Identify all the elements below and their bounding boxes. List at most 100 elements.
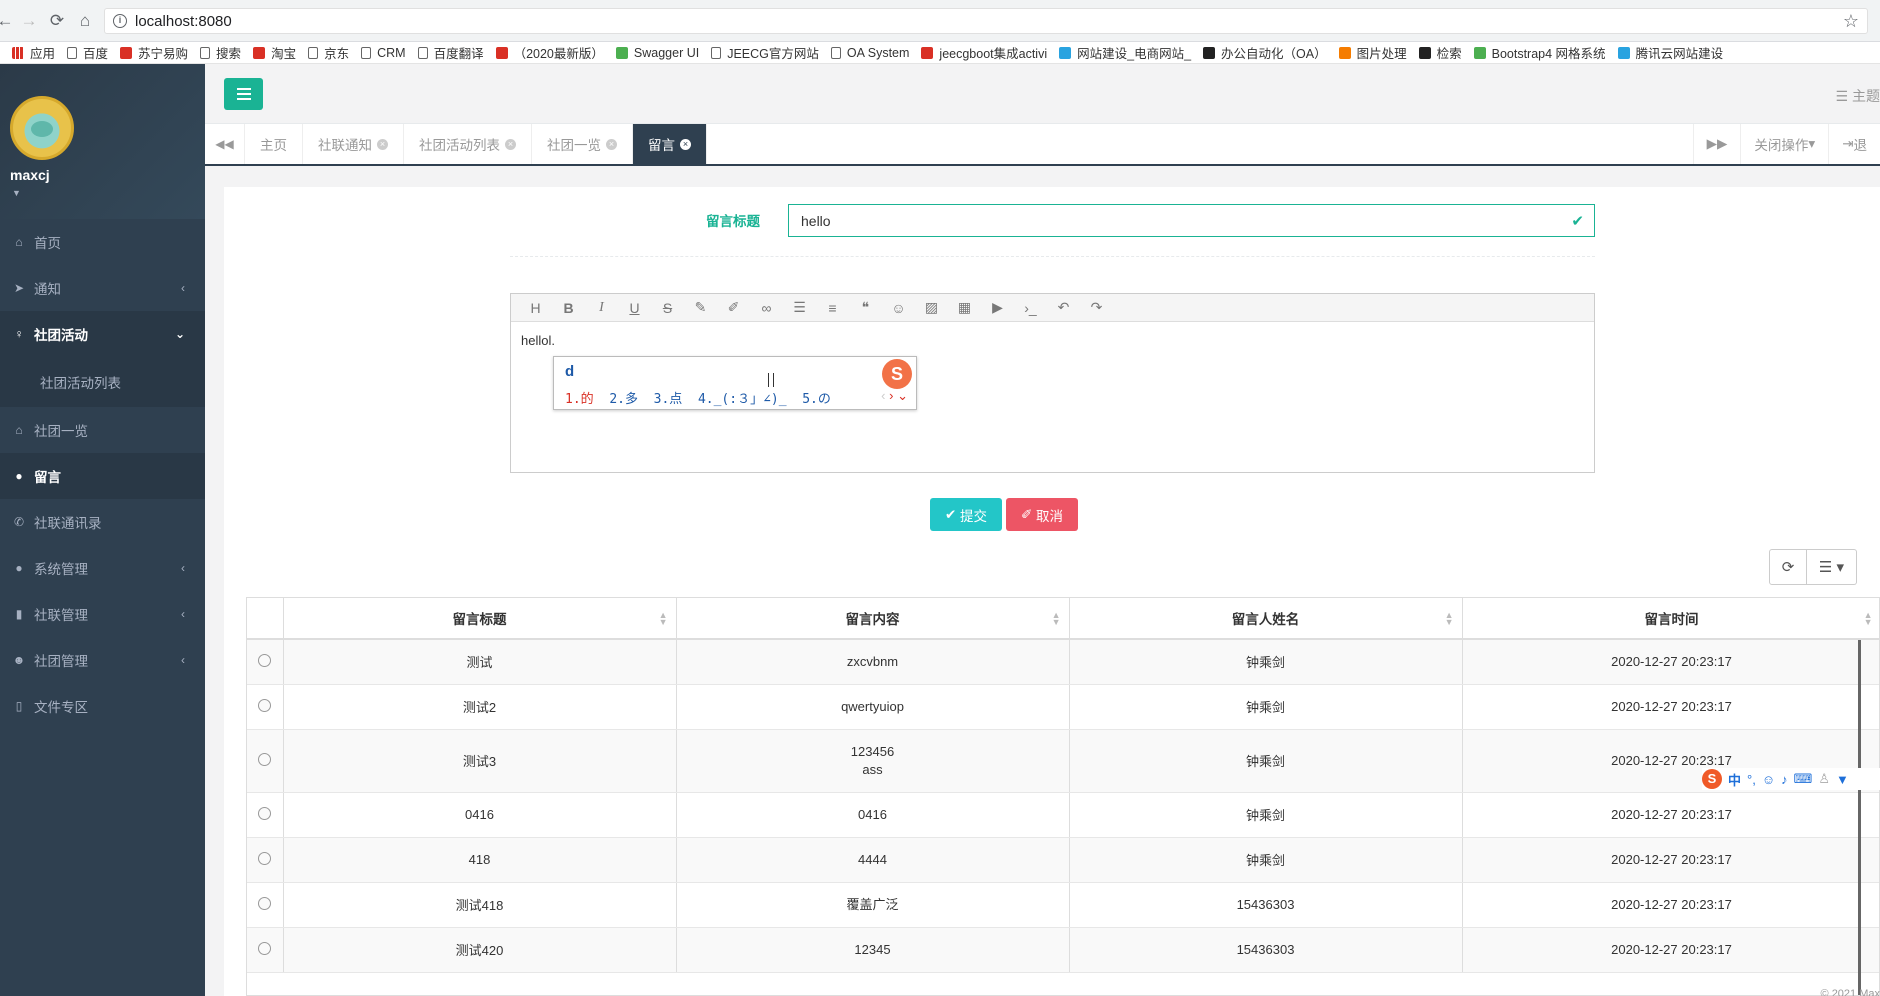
editor-body[interactable]: hellol. xyxy=(511,322,1594,359)
column-header[interactable]: 留言标题 ▲ ▼ xyxy=(283,598,677,640)
tab-message[interactable]: 留言 × xyxy=(633,124,707,164)
ime-candidate[interactable]: 5.の xyxy=(802,392,831,407)
sidebar-item-club-activity[interactable]: ♀ 社团活动 ⌄ xyxy=(0,311,205,357)
user-icon[interactable]: ♙ xyxy=(1818,771,1830,787)
bookmark-item[interactable]: 网站建设_电商网站_ xyxy=(1059,43,1191,62)
italic-icon[interactable]: I xyxy=(585,300,618,316)
bookmark-item[interactable]: 图片处理 xyxy=(1338,43,1407,62)
star-icon[interactable]: ☆ xyxy=(1843,11,1859,32)
sidebar-subitem-activity-list[interactable]: 社团活动列表 xyxy=(0,357,205,407)
close-icon[interactable]: × xyxy=(505,138,516,150)
refresh-button[interactable]: ⟳ xyxy=(1769,549,1807,585)
bookmark-item[interactable]: CRM xyxy=(361,46,406,60)
bookmark-item[interactable]: 办公自动化（OA） xyxy=(1203,43,1327,62)
back-icon[interactable]: ← xyxy=(0,10,16,32)
columns-button[interactable]: ☰ ▾ xyxy=(1807,549,1857,585)
quote-icon[interactable]: ❝ xyxy=(849,299,882,316)
submit-button[interactable]: ✔ 提交 xyxy=(930,498,1002,531)
bookmark-item[interactable]: 检索 xyxy=(1418,43,1462,62)
close-operations-dropdown[interactable]: 关闭操作 ▾ xyxy=(1740,124,1828,164)
skin-icon[interactable]: ▼ xyxy=(1836,772,1849,787)
bookmark-item[interactable]: 搜索 xyxy=(200,43,241,62)
undo-icon[interactable]: ↶ xyxy=(1047,299,1080,316)
tab-activity-list[interactable]: 社团活动列表 × xyxy=(404,124,532,164)
brush-icon[interactable]: ✐ xyxy=(717,299,750,316)
bookmark-item[interactable]: （2020最新版） xyxy=(495,43,604,62)
table-row[interactable]: 测试2 qwertyuiop 钟乘剑 2020-12-27 20:23:17 xyxy=(247,684,1879,730)
title-input[interactable]: hello ✔ xyxy=(788,204,1595,237)
username[interactable]: maxcj xyxy=(10,167,50,183)
table-row[interactable]: 测试420 12345 15436303 2020-12-27 20:23:17 xyxy=(247,927,1879,973)
tab-home[interactable]: 主页 xyxy=(245,124,303,164)
keyboard-icon[interactable]: ⌨ xyxy=(1794,771,1813,787)
ime-candidate[interactable]: 3.点 xyxy=(654,392,683,407)
emoji-icon[interactable]: ☺ xyxy=(1762,772,1775,787)
column-header[interactable]: 留言人姓名 ▲ ▼ xyxy=(1069,598,1463,640)
bookmark-item[interactable]: Bootstrap4 网格系统 xyxy=(1473,43,1606,62)
sidebar-item-message[interactable]: ● 留言 xyxy=(0,453,205,499)
table-icon[interactable]: ▦ xyxy=(948,299,981,316)
redo-icon[interactable]: ↷ xyxy=(1080,299,1113,316)
row-radio[interactable] xyxy=(258,752,272,766)
bold-icon[interactable]: B xyxy=(552,300,585,316)
ime-candidate[interactable]: 4._(:３」∠)_ xyxy=(698,392,787,407)
punctuation-icon[interactable]: °, xyxy=(1747,772,1756,787)
sidebar-item-union[interactable]: ▮ 社联管理 ‹ xyxy=(0,591,205,637)
row-radio[interactable] xyxy=(258,896,272,910)
emoji-icon[interactable]: ☺ xyxy=(882,300,915,316)
bookmark-item[interactable]: 苏宁易购 xyxy=(120,43,188,62)
info-icon[interactable]: i xyxy=(113,14,127,28)
reload-icon[interactable]: ⟳ xyxy=(46,10,68,32)
table-row[interactable]: 0416 0416 钟乘剑 2020-12-27 20:23:17 xyxy=(247,792,1879,838)
column-header[interactable]: 留言时间 ▲ ▼ xyxy=(1462,598,1879,640)
microphone-icon[interactable]: ♪ xyxy=(1781,772,1788,787)
sidebar-item-notice[interactable]: ➤ 通知 ‹ xyxy=(0,265,205,311)
bookmark-item[interactable]: 淘宝 xyxy=(253,43,296,62)
video-icon[interactable]: ▶ xyxy=(981,299,1014,316)
bookmark-item[interactable]: Swagger UI xyxy=(615,46,699,60)
underline-icon[interactable]: U xyxy=(618,300,651,316)
bookmark-item[interactable]: 百度翻译 xyxy=(417,43,484,62)
table-scrollbar[interactable] xyxy=(1858,640,1861,995)
bookmark-item[interactable]: 京东 xyxy=(308,43,349,62)
close-icon[interactable]: × xyxy=(377,138,388,150)
chevron-down-icon[interactable]: ⌄ xyxy=(897,388,908,403)
home-icon[interactable]: ⌂ xyxy=(74,10,96,32)
logout-button[interactable]: ⇥ 退 xyxy=(1828,124,1880,164)
row-radio[interactable] xyxy=(258,851,272,865)
bookmark-item[interactable]: jeecgboot集成activi xyxy=(921,43,1047,62)
tab-club-overview[interactable]: 社团一览 × xyxy=(532,124,633,164)
row-radio[interactable] xyxy=(258,806,272,820)
caret-down-icon[interactable]: ▼ xyxy=(12,188,21,198)
tab-scroll-left-button[interactable]: ◀◀ xyxy=(205,124,245,164)
table-row[interactable]: 测试3 123456 ass 钟乘剑 2020-12-27 20:23:17 xyxy=(247,729,1879,793)
code-icon[interactable]: ›_ xyxy=(1014,300,1047,316)
sogou-logo-icon[interactable]: S xyxy=(1702,769,1722,789)
align-icon[interactable]: ≡ xyxy=(816,300,849,316)
tab-notice[interactable]: 社联通知 × xyxy=(303,124,404,164)
row-radio[interactable] xyxy=(258,653,272,667)
chevron-right-icon[interactable]: › xyxy=(889,388,893,403)
sidebar-item-system[interactable]: ● 系统管理 ‹ xyxy=(0,545,205,591)
bookmark-item[interactable]: OA System xyxy=(830,46,909,60)
row-radio[interactable] xyxy=(258,698,272,712)
bookmark-item[interactable]: 百度 xyxy=(67,43,108,62)
ime-candidate[interactable]: 2.多 xyxy=(609,392,638,407)
bookmark-item[interactable]: 腾讯云网站建设 xyxy=(1617,43,1723,62)
heading-icon[interactable]: H xyxy=(519,300,552,316)
sidebar-item-files[interactable]: ▯ 文件专区 xyxy=(0,683,205,729)
sidebar-item-home[interactable]: ⌂ 首页 xyxy=(0,219,205,265)
list-icon[interactable]: ☰ xyxy=(783,299,816,316)
sidebar-item-contacts[interactable]: ✆ 社联通讯录 xyxy=(0,499,205,545)
cancel-button[interactable]: ✐ 取消 xyxy=(1006,498,1078,531)
close-icon[interactable]: × xyxy=(680,138,691,150)
sidebar-item-club-manage[interactable]: ☻ 社团管理 ‹ xyxy=(0,637,205,683)
ime-candidate[interactable]: 1.的 xyxy=(565,392,594,407)
chevron-left-icon[interactable]: ‹ xyxy=(881,388,885,403)
bookmark-item[interactable]: JEECG官方网站 xyxy=(711,43,819,62)
strikethrough-icon[interactable]: S xyxy=(651,300,684,316)
tab-scroll-right-button[interactable]: ▶▶ xyxy=(1692,124,1741,164)
table-row[interactable]: 测试418 覆盖广泛 15436303 2020-12-27 20:23:17 xyxy=(247,882,1879,928)
table-row[interactable]: 测试 zxcvbnm 钟乘剑 2020-12-27 20:23:17 xyxy=(247,639,1879,685)
close-icon[interactable]: × xyxy=(606,138,617,150)
